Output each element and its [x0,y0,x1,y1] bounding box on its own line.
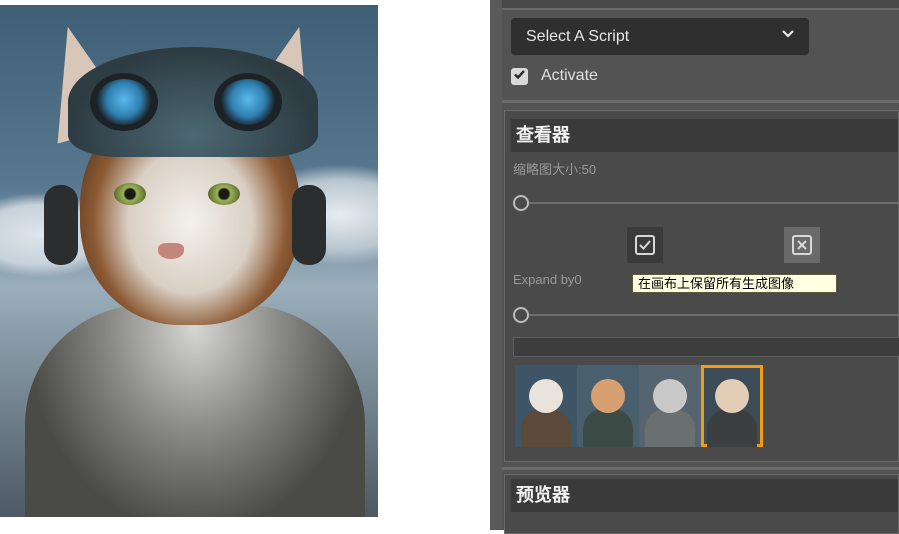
right-goggle [214,73,282,131]
activate-checkbox[interactable] [511,67,528,85]
discard-images-button[interactable] [784,227,820,263]
thumbnail-cat-body [707,409,757,447]
expand-track[interactable] [515,314,899,316]
chevron-down-icon [781,18,795,55]
script-select[interactable]: Select A Script [511,18,809,55]
cat-right-eye [208,183,240,205]
thumbnail-cat-body [521,409,571,447]
thumbnail-item[interactable] [577,365,639,447]
script-select-value: Select A Script [526,28,630,45]
panel-gutter[interactable] [490,0,502,530]
viewer-title: 查看器 [511,119,898,152]
cat-jacket [25,305,365,517]
expand-label: Expand by0 [513,272,582,287]
thumbnail-size-track[interactable] [515,202,899,204]
thumbnail-item[interactable] [515,365,577,447]
activate-label: Activate [541,67,598,84]
thumbnail-cat-face [591,379,625,413]
thumbnail-cat-face [653,379,687,413]
keep-images-tooltip: 在画布上保留所有生成图像 [632,274,837,293]
left-goggle [90,73,158,131]
section-divider [502,467,899,470]
panel-top-bar [502,0,899,10]
checkbox-square-icon [635,235,655,255]
expand-knob[interactable] [513,307,529,323]
checkmark-icon [514,69,525,79]
cat-nose [158,243,184,259]
thumbnail-size-knob[interactable] [513,195,529,211]
thumbnail-cat-body [583,409,633,447]
thumbnail-cat-face [529,379,563,413]
thumbnail-cat-face [715,379,749,413]
left-headphone [44,185,78,265]
preview-section: 预览器 [504,474,899,534]
script-panel: Select A Script Activate 查看器 缩略图大小:50 Ex… [502,0,899,534]
close-square-icon [792,235,812,255]
cat-left-eye [114,183,146,205]
preview-title: 预览器 [511,479,898,512]
canvas-image [0,5,378,517]
thumbnail-item[interactable] [701,365,763,447]
right-headphone [292,185,326,265]
progress-bar [513,337,899,357]
thumbnail-strip [515,365,763,447]
keep-images-button[interactable] [627,227,663,263]
thumbnail-size-label: 缩略图大小:50 [513,162,597,177]
activate-row[interactable]: Activate [511,66,598,86]
thumbnail-cat-body [645,409,695,447]
section-divider [502,100,899,103]
thumbnail-item[interactable] [639,365,701,447]
